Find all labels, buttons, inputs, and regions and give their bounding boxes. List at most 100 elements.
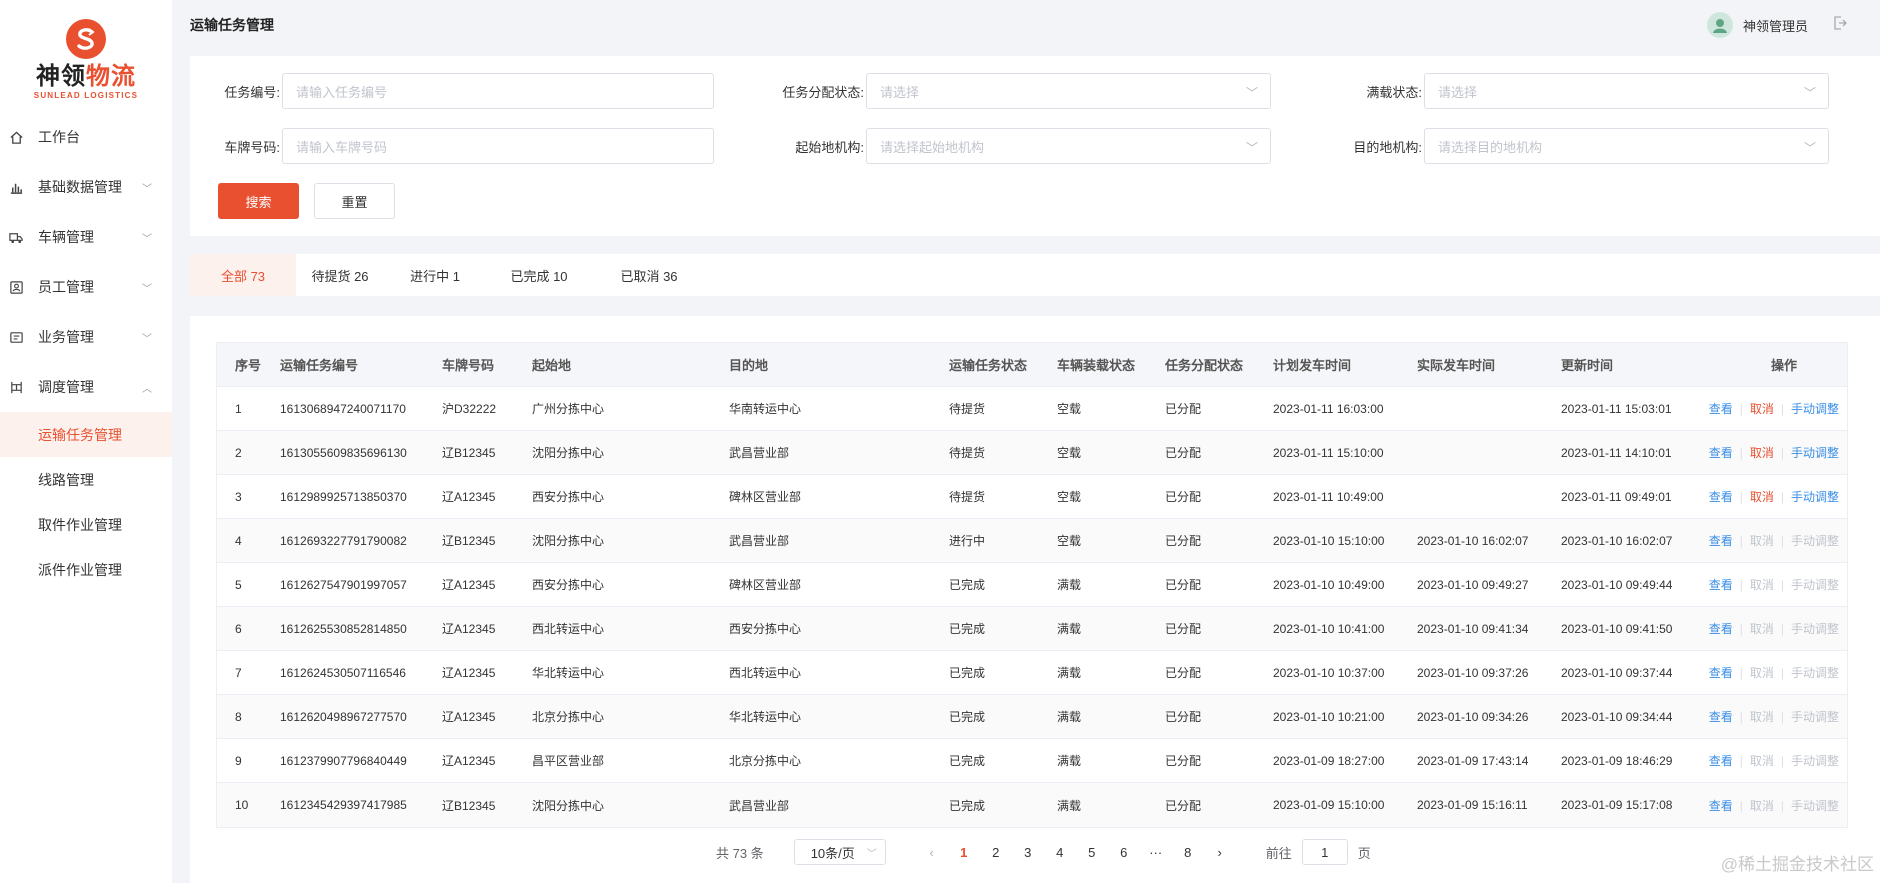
username[interactable]: 神领管理员 <box>1743 16 1808 35</box>
table-cell: 武昌营业部 <box>729 534 790 548</box>
goto-page-input[interactable]: 1 <box>1301 839 1348 865</box>
table-cell: 3 <box>235 489 242 504</box>
adjust-link: 手动调整 <box>1790 798 1839 813</box>
view-link[interactable]: 查看 <box>1709 799 1733 813</box>
table-cell: 7 <box>235 665 242 680</box>
table-cell: 西安分拣中心 <box>729 622 802 636</box>
sidebar-subitem-3[interactable]: 派件作业管理 <box>0 547 172 592</box>
brand-name-cn-2: 物流 <box>86 62 136 90</box>
brand-logo[interactable]: 神领物流 SUNLEAD LOGISTICS <box>0 0 172 112</box>
page-button[interactable]: 2 <box>980 845 1012 860</box>
page-button[interactable]: 4 <box>1044 845 1076 860</box>
page-button[interactable]: 8 <box>1172 845 1204 860</box>
table-cell: 空载 <box>1057 446 1082 460</box>
table-cell: 2023-01-10 16:02:07 <box>1417 533 1529 548</box>
tab-1[interactable]: 待提货 26 <box>296 254 384 296</box>
table-cell: 已分配 <box>1165 534 1202 548</box>
table-cell: 华北转运中心 <box>729 710 802 724</box>
sidebar-item-2[interactable]: 车辆管理 ﹀ <box>0 212 172 262</box>
view-link[interactable]: 查看 <box>1709 490 1733 504</box>
page-button[interactable]: 5 <box>1076 845 1108 860</box>
cancel-link: 取消 <box>1749 666 1774 680</box>
divider: | <box>1780 534 1784 548</box>
view-link[interactable]: 查看 <box>1709 402 1733 416</box>
prev-page-button[interactable]: ‹ <box>916 845 948 860</box>
sidebar-item-label: 调度管理 <box>38 379 94 395</box>
tab-4[interactable]: 已取消 36 <box>592 254 706 296</box>
view-link[interactable]: 查看 <box>1709 446 1733 460</box>
logout-icon[interactable] <box>1832 15 1848 36</box>
sidebar-subitem-0[interactable]: 运输任务管理 <box>0 412 172 457</box>
goto-label: 前往 <box>1265 845 1292 861</box>
view-link[interactable]: 查看 <box>1709 534 1733 548</box>
divider: | <box>1780 402 1784 416</box>
table-cell: 西安分拣中心 <box>532 490 605 504</box>
sidebar-item-4[interactable]: 业务管理 ﹀ <box>0 312 172 362</box>
table-cell: 华南转运中心 <box>729 402 802 416</box>
divider: | <box>1739 490 1743 504</box>
page-button[interactable]: 1 <box>948 845 980 860</box>
sidebar-item-3[interactable]: 员工管理 ﹀ <box>0 262 172 312</box>
view-link[interactable]: 查看 <box>1709 622 1733 636</box>
assign-status-placeholder: 请选择 <box>880 84 920 100</box>
divider: | <box>1739 798 1743 813</box>
table-cell: 2023-01-11 14:10:01 <box>1561 445 1672 460</box>
adjust-link[interactable]: 手动调整 <box>1791 402 1839 416</box>
tab-3[interactable]: 已完成 10 <box>486 254 592 296</box>
plate-input[interactable]: 请输入车牌号码 <box>282 128 714 164</box>
table-cell: 辽A12345 <box>442 622 496 636</box>
view-link[interactable]: 查看 <box>1709 710 1733 724</box>
view-link[interactable]: 查看 <box>1709 578 1733 592</box>
page-size-select[interactable]: 10条/页 ﹀ <box>793 839 886 865</box>
view-link[interactable]: 查看 <box>1709 666 1733 680</box>
table-row: 1 1613068947240071170 沪D32222 广州分拣中心 华南转运中心 待… <box>217 387 1847 431</box>
table-cell: 满载 <box>1057 578 1082 592</box>
plate-label: 车牌号码: <box>224 139 280 155</box>
cancel-link[interactable]: 取消 <box>1750 446 1774 460</box>
sidebar-subitem-1[interactable]: 线路管理 <box>0 457 172 502</box>
cancel-link[interactable]: 取消 <box>1750 490 1774 504</box>
table-cell: 1612693227791790082 <box>280 533 407 548</box>
sidebar-subitem-2[interactable]: 取件作业管理 <box>0 502 172 547</box>
table-row: 6 1612625530852814850 辽A12345 西北转运中心 西安分拣中心 已… <box>217 607 1847 651</box>
table-cell: 已分配 <box>1165 402 1202 416</box>
reset-button[interactable]: 重置 <box>314 183 395 219</box>
sidebar-item-0[interactable]: 工作台 <box>0 112 172 162</box>
table-cell: 1 <box>235 401 242 416</box>
adjust-link[interactable]: 手动调整 <box>1791 490 1839 504</box>
load-status-select[interactable]: 请选择 ﹀ <box>1424 73 1829 109</box>
table-cell: 2023-01-10 10:49:00 <box>1273 577 1385 592</box>
table-cell: 满载 <box>1057 622 1082 636</box>
table-cell: 沈阳分拣中心 <box>532 798 605 813</box>
table-cell: 2023-01-11 15:03:01 <box>1561 401 1672 416</box>
table-cell: 辽A12345 <box>442 578 496 592</box>
divider: | <box>1780 578 1784 592</box>
tab-2[interactable]: 进行中 1 <box>384 254 486 296</box>
view-link[interactable]: 查看 <box>1709 754 1733 768</box>
avatar[interactable] <box>1706 12 1733 38</box>
tab-0[interactable]: 全部 73 <box>190 254 296 296</box>
home-icon <box>8 129 24 145</box>
column-header: 任务分配状态 <box>1165 358 1244 373</box>
page-button[interactable]: 6 <box>1108 845 1140 860</box>
divider: | <box>1780 798 1784 813</box>
sidebar-item-5[interactable]: 调度管理 ︿ <box>0 362 172 412</box>
next-page-button[interactable]: › <box>1204 845 1236 860</box>
origin-select[interactable]: 请选择起始地机构 ﹀ <box>866 128 1271 164</box>
page-ellipsis[interactable]: ··· <box>1140 845 1172 860</box>
cancel-link[interactable]: 取消 <box>1750 402 1774 416</box>
table-cell: 华北转运中心 <box>532 666 605 680</box>
truck-icon <box>8 229 24 245</box>
sidebar-item-1[interactable]: 基础数据管理 ﹀ <box>0 162 172 212</box>
dest-select[interactable]: 请选择目的地机构 ﹀ <box>1424 128 1829 164</box>
assign-status-select[interactable]: 请选择 ﹀ <box>866 73 1271 109</box>
task-no-input[interactable]: 请输入任务编号 <box>282 73 714 109</box>
table-cell: 2023-01-10 10:37:00 <box>1273 665 1385 680</box>
table-cell: 沈阳分拣中心 <box>532 534 605 548</box>
sidebar-item-label: 车辆管理 <box>38 229 94 245</box>
row-actions: 查看 | 取消 | 手动调整 <box>1697 532 1849 549</box>
page-button[interactable]: 3 <box>1012 845 1044 860</box>
search-button[interactable]: 搜索 <box>218 183 299 219</box>
adjust-link[interactable]: 手动调整 <box>1791 446 1839 460</box>
divider: | <box>1780 754 1784 768</box>
